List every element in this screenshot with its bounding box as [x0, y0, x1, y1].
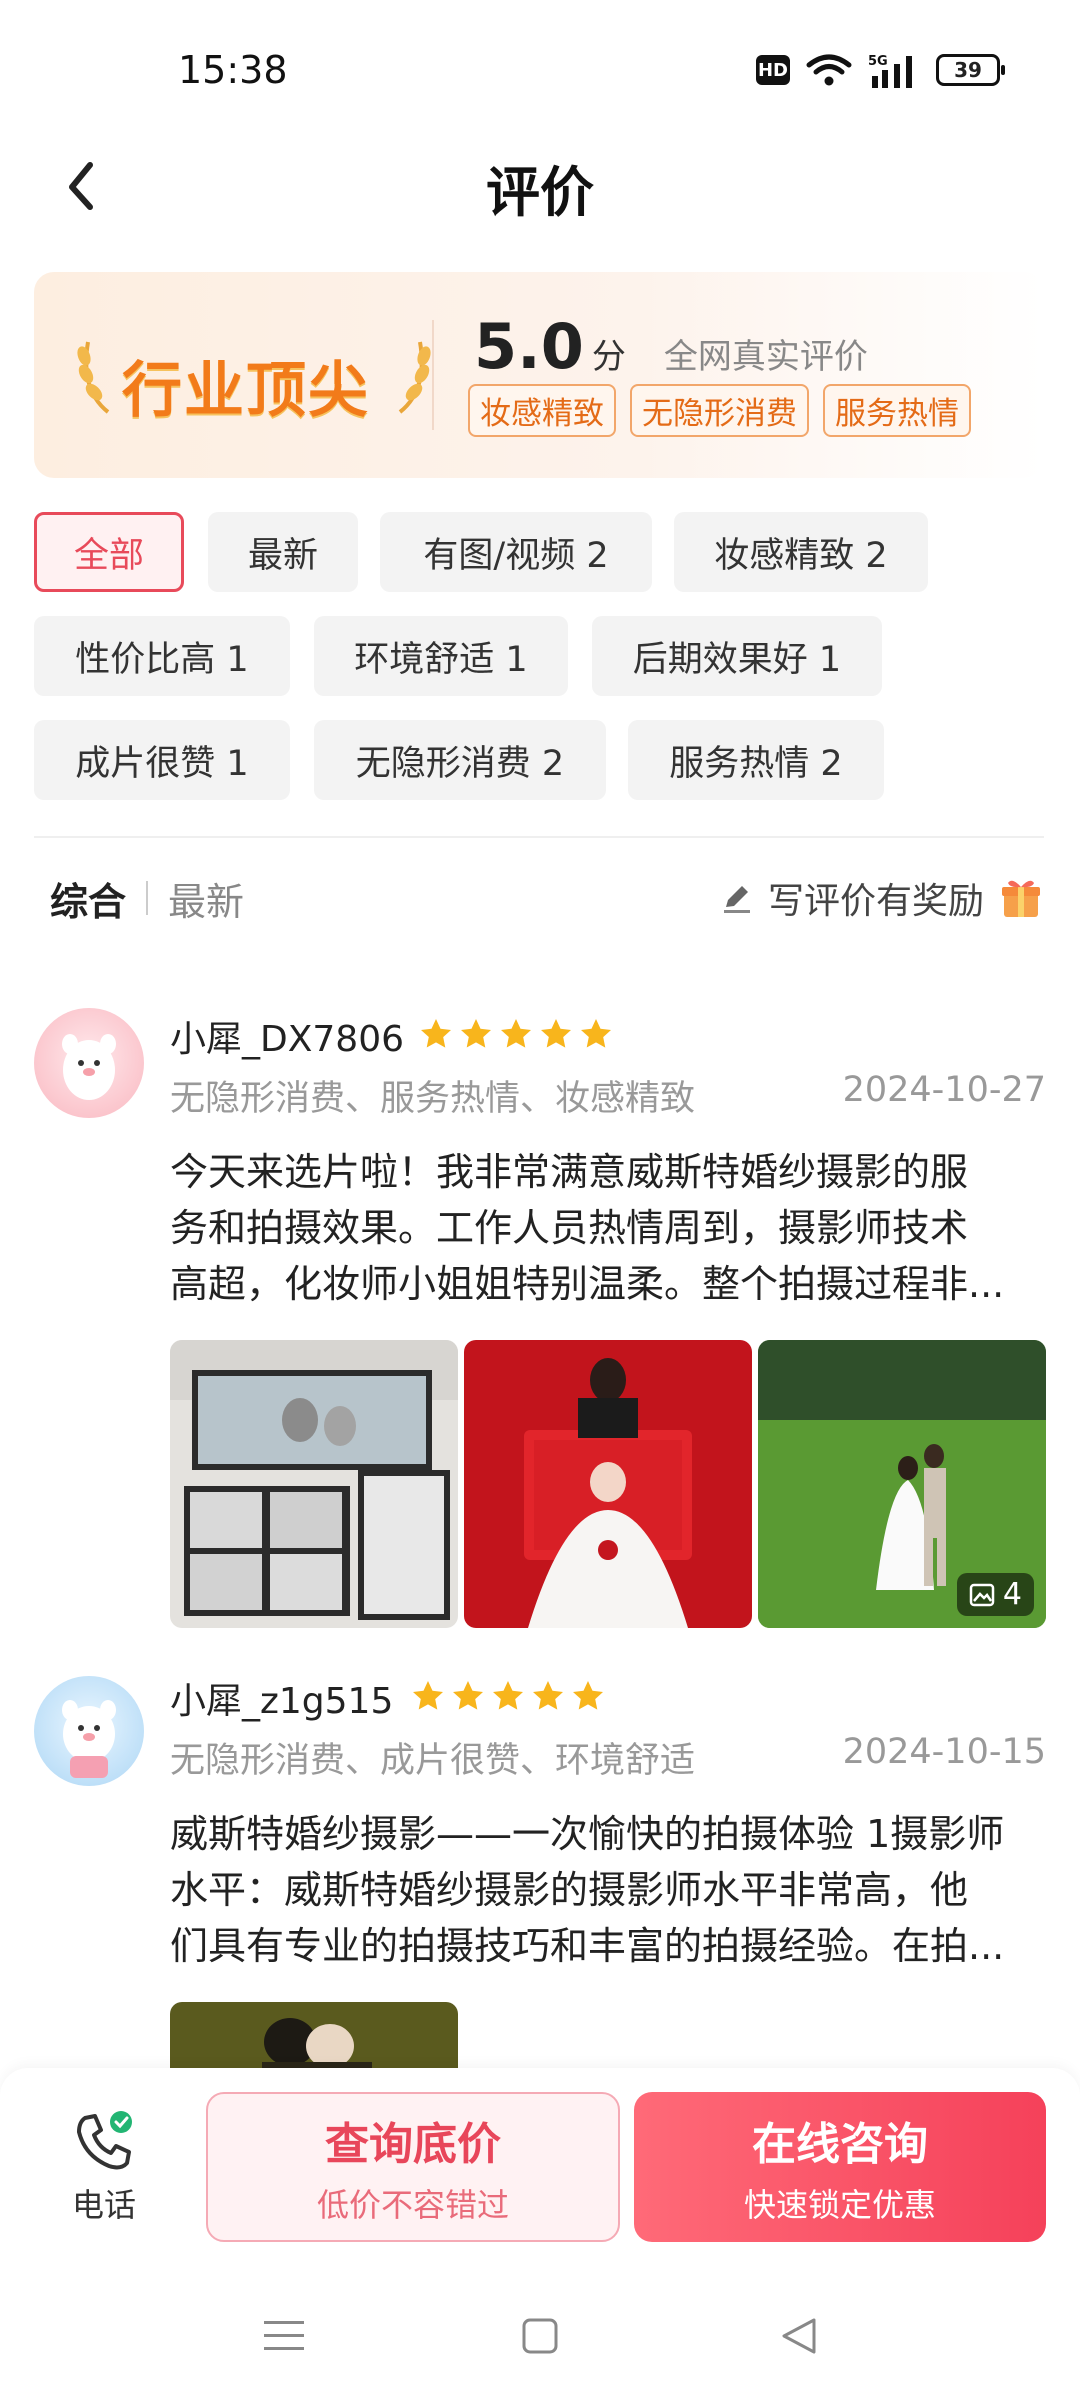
- filter-chip-makeup[interactable]: 妆感精致 2: [674, 512, 928, 592]
- photo-count: 4: [1002, 1577, 1022, 1612]
- bottom-action-bar: 电话 查询底价 低价不容错过 在线咨询 快速锁定优惠: [0, 2068, 1080, 2268]
- phone-button[interactable]: 电话: [46, 2108, 162, 2228]
- filter-chip-service[interactable]: 服务热情 2: [628, 720, 884, 800]
- review-date: 2024-10-15: [842, 1732, 1046, 1772]
- gallery-wall-photo: [170, 1340, 458, 1628]
- status-time: 15:38: [178, 48, 288, 92]
- star-icon: [541, 1019, 571, 1048]
- page-header: 评价: [0, 130, 1080, 240]
- filter-chip-no-hidden-fees[interactable]: 无隐形消费 2: [314, 720, 606, 800]
- filter-chip-latest[interactable]: 最新: [208, 512, 358, 592]
- review-photo[interactable]: [464, 1340, 752, 1628]
- star-icon: [461, 1019, 491, 1048]
- divider: [34, 836, 1044, 838]
- star-icon: [581, 1019, 611, 1048]
- reviewer-name: 小犀_z1g515: [170, 1681, 394, 1722]
- image-icon: [969, 1583, 995, 1606]
- banner-tag: 无隐形消费: [630, 384, 809, 437]
- review-date: 2024-10-27: [842, 1070, 1046, 1110]
- sort-separator: [146, 881, 149, 915]
- laurel-right-icon: [398, 341, 431, 414]
- banner-tag: 妆感精致: [468, 384, 616, 437]
- sort-tabs: 综合 最新: [50, 868, 244, 928]
- banner-tags: 妆感精致 无隐形消费 服务热情: [468, 384, 971, 437]
- menu-icon[interactable]: [256, 2308, 312, 2364]
- review-text[interactable]: 威斯特婚纱摄影——一次愉快的拍摄体验 1摄影师 水平：威斯特婚纱摄影的摄影师水平…: [170, 1806, 1046, 1974]
- filter-chip-media[interactable]: 有图/视频 2: [380, 512, 652, 592]
- page-title: 评价: [486, 161, 594, 224]
- industry-top-badge: 行业顶尖: [74, 332, 434, 426]
- user-avatar-icon: [62, 1034, 116, 1100]
- price-button-title: 查询底价: [325, 2119, 501, 2170]
- svg-text:5G: 5G: [868, 54, 888, 69]
- write-review-button[interactable]: 写评价有奖励: [720, 872, 1044, 924]
- filter-chip-postproduction[interactable]: 后期效果好 1: [592, 616, 882, 696]
- avatar[interactable]: [34, 1676, 144, 1786]
- avatar[interactable]: [34, 1008, 144, 1118]
- review-photo[interactable]: 4: [758, 1340, 1046, 1628]
- sort-tab-latest[interactable]: 最新: [168, 871, 244, 926]
- review-tags: 无隐形消费、服务热情、妆感精致: [170, 1079, 696, 1119]
- score-value: 5.0: [474, 310, 584, 383]
- review-photos: 4: [170, 1340, 1046, 1628]
- star-icon: [533, 1681, 563, 1710]
- review-text-line: 务和拍摄效果。工作人员热情周到，摄影师技术: [170, 1206, 969, 1250]
- filter-chip-photos-great[interactable]: 成片很赞 1: [34, 720, 290, 800]
- star-icon: [413, 1681, 443, 1710]
- score-description: 全网真实评价: [663, 337, 868, 377]
- review-photo[interactable]: [170, 1340, 458, 1628]
- review-text-line: 高超，化妆师小姐姐特别温柔。整个拍摄过程非...: [170, 1262, 1005, 1306]
- star-icon: [573, 1681, 603, 1710]
- laurel-left-icon: [77, 341, 110, 414]
- phone-label: 电话: [71, 2186, 136, 2224]
- red-studio-photo: [464, 1340, 752, 1628]
- status-icons: HD 5G 39: [756, 52, 1005, 88]
- review-text-line: 们具有专业的拍摄技巧和丰富的拍摄经验。在拍...: [170, 1924, 1005, 1968]
- star-icon: [493, 1681, 523, 1710]
- banner-divider: [432, 320, 434, 430]
- user-avatar-icon: [62, 1700, 116, 1778]
- photo-count-badge: 4: [956, 1573, 1034, 1616]
- consult-button-title: 在线咨询: [752, 2119, 928, 2170]
- consult-button-subtitle: 快速锁定优惠: [743, 2186, 936, 2224]
- write-review-label: 写评价有奖励: [767, 881, 984, 922]
- phone-icon-wrap: [71, 2108, 137, 2174]
- hd-icon: HD: [756, 55, 790, 85]
- status-bar: 15:38 HD 5G 39: [0, 0, 1080, 140]
- review-text-line: 威斯特婚纱摄影——一次愉快的拍摄体验 1摄影师: [170, 1812, 1005, 1856]
- battery-icon: 39: [936, 54, 1005, 86]
- filter-chip-environment[interactable]: 环境舒适 1: [314, 616, 568, 696]
- badge-text: 行业顶尖: [122, 356, 370, 426]
- price-button-subtitle: 低价不容错过: [316, 2186, 509, 2224]
- review-text-line: 水平：威斯特婚纱摄影的摄影师水平非常高，他: [170, 1868, 969, 1912]
- review-tags: 无隐形消费、成片很赞、环境舒适: [170, 1741, 696, 1781]
- filter-chip-value[interactable]: 性价比高 1: [34, 616, 290, 696]
- home-icon[interactable]: [512, 2308, 568, 2364]
- star-rating: [418, 1016, 614, 1052]
- rating-banner: 行业顶尖 5.0 分 全网真实评价 妆感精致 无隐形消费 服务热情: [34, 272, 1044, 478]
- phone-icon: [77, 2111, 132, 2170]
- signal-icon: 5G: [868, 54, 912, 88]
- banner-tag: 服务热情: [823, 384, 971, 437]
- score-row: 5.0 分 全网真实评价: [474, 310, 868, 383]
- sort-tab-overall[interactable]: 综合: [50, 871, 126, 926]
- gift-icon: [1002, 880, 1040, 917]
- star-rating: [410, 1678, 606, 1714]
- check-lowest-price-button[interactable]: 查询底价 低价不容错过: [206, 2092, 620, 2242]
- reviewer-name: 小犀_DX7806: [170, 1019, 405, 1060]
- filter-chip-all[interactable]: 全部: [34, 512, 184, 592]
- star-icon: [453, 1681, 483, 1710]
- star-icon: [421, 1019, 451, 1048]
- back-nav-icon[interactable]: [772, 2308, 828, 2364]
- online-consult-button[interactable]: 在线咨询 快速锁定优惠: [634, 2092, 1046, 2242]
- review-text-line: 今天来选片啦！我非常满意威斯特婚纱摄影的服: [170, 1150, 969, 1194]
- star-icon: [501, 1019, 531, 1048]
- system-nav-bar: [0, 2268, 1080, 2400]
- review-text[interactable]: 今天来选片啦！我非常满意威斯特婚纱摄影的服 务和拍摄效果。工作人员热情周到，摄影…: [170, 1144, 1046, 1312]
- wifi-icon: [806, 54, 852, 86]
- score-unit: 分: [591, 337, 626, 377]
- pen-icon: [723, 886, 750, 913]
